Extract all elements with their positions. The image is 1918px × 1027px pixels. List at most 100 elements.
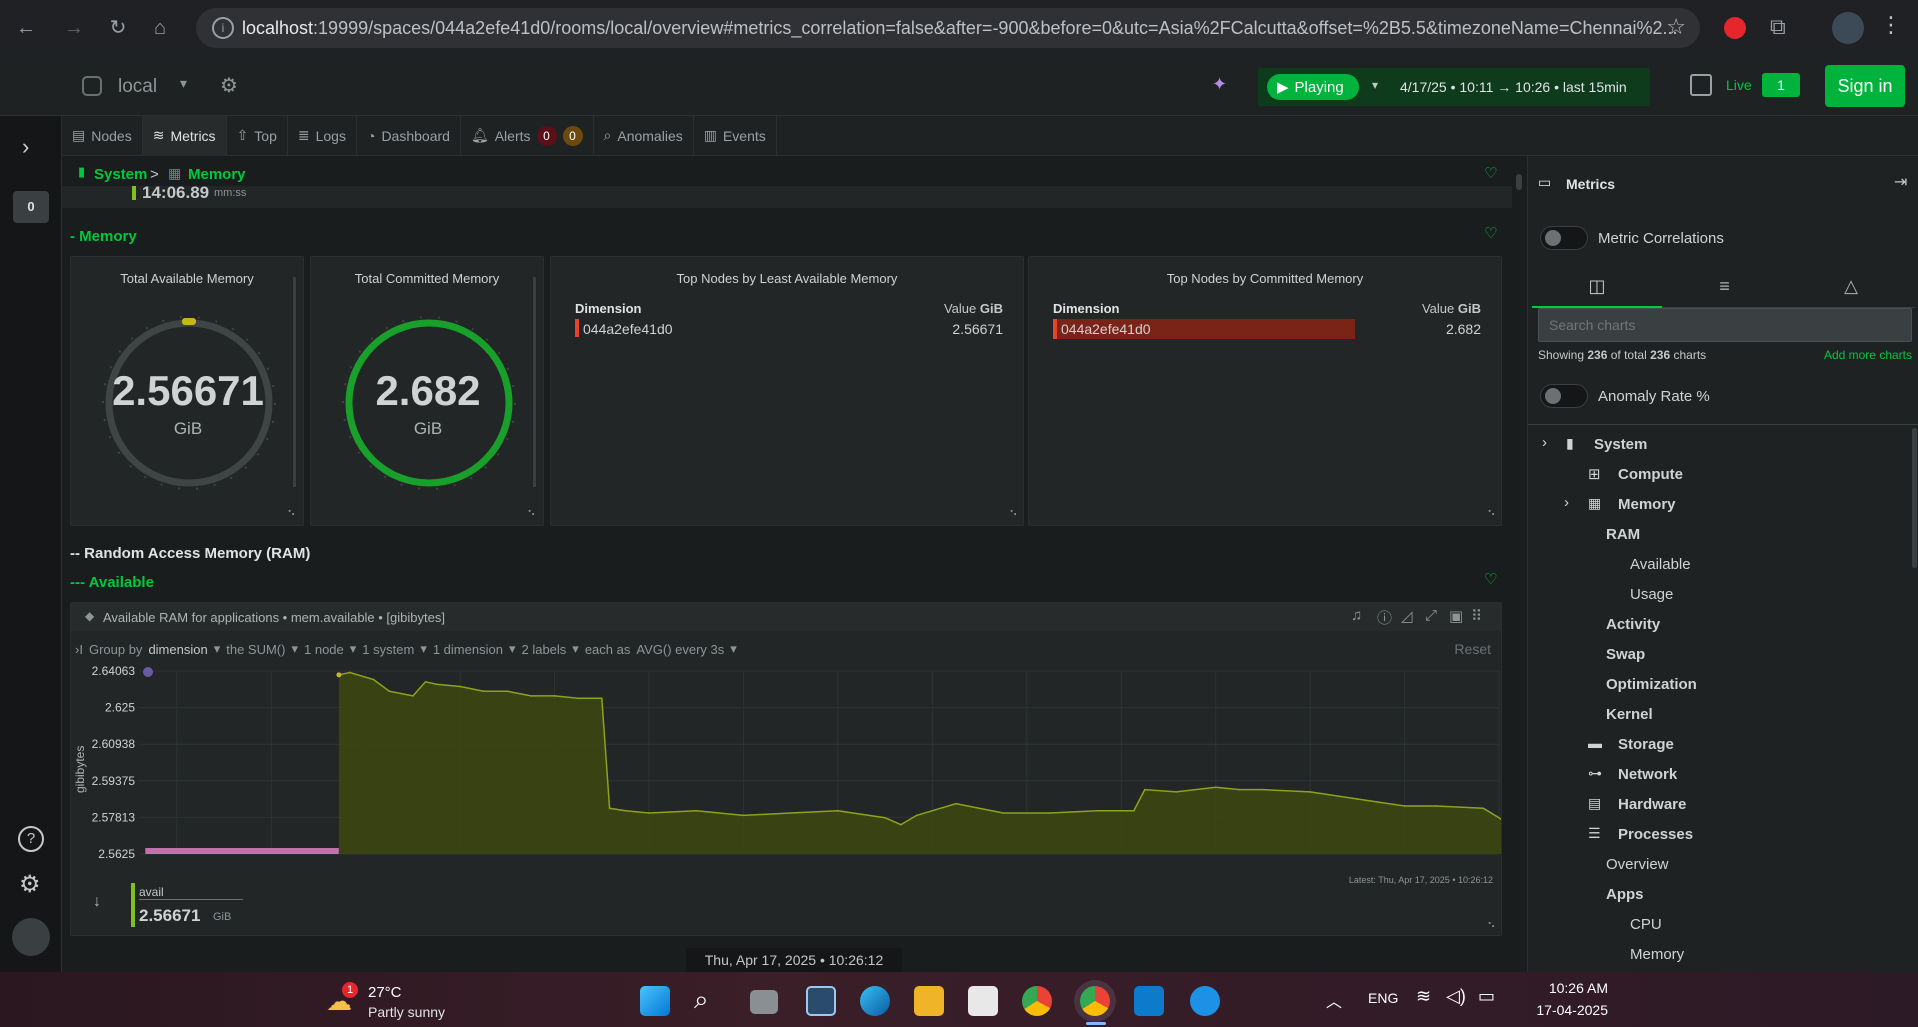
user-avatar[interactable] bbox=[12, 918, 50, 956]
drag-handle-icon[interactable]: ⠿ bbox=[1471, 607, 1482, 625]
tree-ram[interactable]: RAM bbox=[1606, 526, 1640, 543]
tree-memory[interactable]: Memory bbox=[1618, 496, 1676, 513]
playing-button[interactable]: ▶ Playing bbox=[1267, 74, 1359, 100]
tree-apps[interactable]: Apps bbox=[1606, 886, 1644, 903]
weather-description[interactable]: Partly sunny bbox=[368, 1004, 445, 1020]
resize-handle-icon[interactable]: ⠢ bbox=[1487, 505, 1496, 519]
tab-alerts-bell-icon[interactable]: △ bbox=[1787, 264, 1915, 308]
settings-gear-icon[interactable]: ⚙ bbox=[19, 870, 41, 899]
address-bar[interactable]: i localhost:19999/spaces/044a2efe41d0/ro… bbox=[196, 8, 1700, 48]
extension-stop-icon[interactable] bbox=[1724, 17, 1746, 39]
scrollbar-thumb[interactable] bbox=[1516, 174, 1522, 190]
breadcrumb-system[interactable]: System bbox=[94, 166, 147, 183]
tree-hardware[interactable]: Hardware bbox=[1618, 796, 1686, 813]
collapse-panel-icon[interactable]: ⇥ bbox=[1894, 172, 1907, 192]
nodes-dropdown[interactable]: 1 node bbox=[304, 642, 344, 657]
room-settings-icon[interactable]: ⚙ bbox=[220, 73, 238, 98]
clock-time[interactable]: 10:26 AM bbox=[1528, 980, 1608, 996]
tree-cpu[interactable]: CPU bbox=[1630, 916, 1662, 933]
tab-anomalies[interactable]: ⌕ Anomalies bbox=[594, 115, 694, 156]
resize-handle-icon[interactable]: ⠢ bbox=[1009, 505, 1018, 519]
tab-charts-icon[interactable]: ◫ bbox=[1532, 264, 1662, 308]
widgets-icon[interactable] bbox=[806, 986, 836, 1016]
tab-events[interactable]: ▥ Events bbox=[694, 115, 777, 156]
chart-type-icon[interactable]: ◿ bbox=[1401, 607, 1413, 625]
tray-chevron-up-icon[interactable]: ︿ bbox=[1326, 988, 1342, 1012]
anomaly-rate-toggle[interactable] bbox=[1540, 384, 1588, 408]
main-scrollbar[interactable] bbox=[1512, 156, 1527, 972]
forward-arrow-icon[interactable]: → bbox=[60, 14, 88, 42]
tree-network[interactable]: Network bbox=[1618, 766, 1677, 783]
file-explorer-icon[interactable] bbox=[914, 986, 944, 1016]
tree-kernel[interactable]: Kernel bbox=[1606, 706, 1653, 723]
info-icon[interactable]: ⓘ bbox=[1377, 607, 1392, 628]
vscode-icon[interactable] bbox=[1134, 986, 1164, 1016]
aggregation-dropdown[interactable]: the SUM() bbox=[226, 642, 285, 657]
resize-handle-icon[interactable]: ⠢ bbox=[1487, 917, 1496, 931]
back-arrow-icon[interactable]: ← bbox=[12, 14, 40, 42]
site-info-icon[interactable]: i bbox=[212, 17, 234, 39]
tree-optimization[interactable]: Optimization bbox=[1606, 676, 1697, 693]
save-icon[interactable]: ▣ bbox=[1449, 607, 1463, 625]
edge-browser-icon[interactable] bbox=[860, 986, 890, 1016]
reload-icon[interactable]: ↻ bbox=[104, 14, 132, 42]
rail-space-badge[interactable]: 0 bbox=[13, 191, 49, 223]
battery-icon[interactable]: ▭ bbox=[1478, 986, 1495, 1007]
gauge-scroll-track[interactable] bbox=[533, 277, 536, 487]
sign-in-button[interactable]: Sign in bbox=[1825, 65, 1905, 107]
windows-start-icon[interactable] bbox=[640, 986, 670, 1016]
dimensions-dropdown[interactable]: 1 dimension bbox=[433, 642, 503, 657]
metric-correlations-toggle[interactable] bbox=[1540, 226, 1588, 250]
tree-processes[interactable]: Processes bbox=[1618, 826, 1693, 843]
legend-sort-arrow-icon[interactable]: ↓ bbox=[93, 893, 101, 911]
heart-icon[interactable]: ♡ bbox=[1484, 164, 1497, 182]
memory-chevron-icon[interactable]: › bbox=[1564, 494, 1569, 511]
task-view-icon[interactable] bbox=[750, 990, 778, 1014]
tab-metrics[interactable]: ≋ Metrics bbox=[142, 115, 227, 156]
panel-scrollbar-thumb[interactable] bbox=[1912, 428, 1917, 568]
tree-usage[interactable]: Usage bbox=[1630, 586, 1673, 603]
tree-activity[interactable]: Activity bbox=[1606, 616, 1660, 633]
add-more-charts-link[interactable]: Add more charts bbox=[1824, 348, 1912, 362]
search-icon[interactable]: ⌕ bbox=[694, 984, 709, 1016]
tree-system[interactable]: System bbox=[1594, 436, 1647, 453]
home-icon[interactable]: ⌂ bbox=[146, 14, 174, 42]
microsoft-store-icon[interactable] bbox=[968, 986, 998, 1016]
expand-sidebar-chevron-icon[interactable]: › bbox=[22, 134, 29, 160]
room-chevron-down-icon[interactable]: ▾ bbox=[180, 75, 187, 92]
alert-bell-icon[interactable]: ♫ bbox=[1351, 607, 1362, 624]
tree-swap[interactable]: Swap bbox=[1606, 646, 1645, 663]
tree-compute[interactable]: Compute bbox=[1618, 466, 1683, 483]
fullscreen-icon[interactable]: ⤢ bbox=[1425, 607, 1437, 624]
wifi-icon[interactable]: ≋ bbox=[1416, 986, 1431, 1007]
labels-dropdown[interactable]: 2 labels bbox=[521, 642, 566, 657]
time-range-label[interactable]: 4/17/25 • 10:11 → 10:26 • last 15min bbox=[1400, 79, 1627, 95]
extensions-puzzle-icon[interactable]: ⧉ bbox=[1770, 14, 1786, 40]
group-by-dropdown[interactable]: dimension bbox=[148, 642, 207, 657]
available-ram-chart[interactable]: 2.640632.6252.609382.593752.578132.56251… bbox=[71, 661, 1501, 861]
tree-overview[interactable]: Overview bbox=[1606, 856, 1669, 873]
playing-chevron-down-icon[interactable]: ▾ bbox=[1372, 78, 1378, 92]
weather-temperature[interactable]: 27°C bbox=[368, 984, 402, 1001]
tab-alerts[interactable]: 🔔︎ Alerts 00 bbox=[461, 115, 594, 156]
breadcrumb-memory[interactable]: Memory bbox=[188, 166, 246, 183]
tab-logs[interactable]: ≣ Logs bbox=[288, 115, 357, 156]
room-name[interactable]: local bbox=[118, 76, 157, 98]
live-count-badge[interactable]: 1 bbox=[1762, 73, 1800, 97]
browser-menu-icon[interactable]: ⋮ bbox=[1880, 12, 1902, 38]
help-icon[interactable]: ? bbox=[18, 826, 44, 852]
tab-nodes[interactable]: ▤ Nodes bbox=[62, 115, 143, 156]
resize-handle-icon[interactable]: ⠢ bbox=[527, 505, 536, 519]
tree-storage[interactable]: Storage bbox=[1618, 736, 1674, 753]
row-dimension[interactable]: 044a2efe41d0 bbox=[583, 321, 673, 337]
system-chevron-icon[interactable]: › bbox=[1542, 434, 1547, 451]
profile-avatar[interactable] bbox=[1832, 12, 1864, 44]
chrome-icon[interactable] bbox=[1022, 986, 1052, 1016]
news-bulb-icon[interactable]: ✦ bbox=[1212, 74, 1227, 95]
clock-date[interactable]: 17-04-2025 bbox=[1518, 1002, 1608, 1018]
chrome-profile-icon[interactable] bbox=[1080, 986, 1110, 1016]
systems-dropdown[interactable]: 1 system bbox=[362, 642, 414, 657]
search-charts-input[interactable] bbox=[1538, 308, 1912, 342]
language-indicator[interactable]: ENG bbox=[1368, 990, 1398, 1006]
tab-filter-icon[interactable]: ≡ bbox=[1662, 264, 1787, 308]
